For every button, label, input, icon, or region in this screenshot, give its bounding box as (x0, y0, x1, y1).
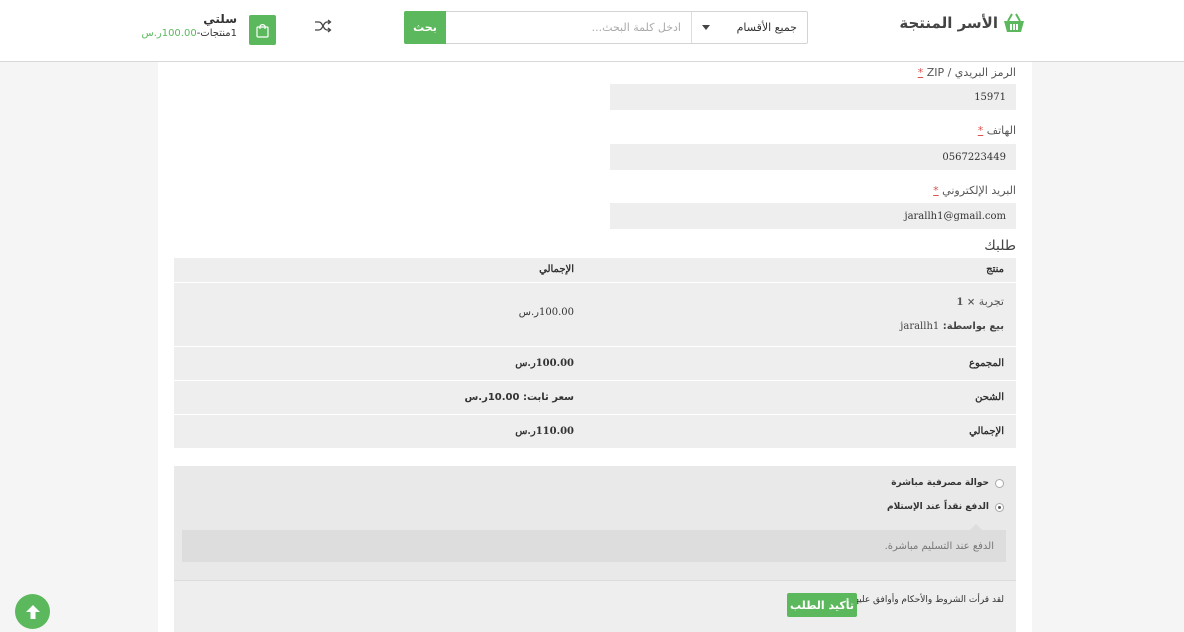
search-bar: جميع الأقسام بحث (404, 11, 808, 44)
zip-field[interactable]: 15971 (610, 84, 1016, 110)
cart-total: 100.00ر.س (141, 28, 197, 39)
payment-option-label: حوالة مصرفية مباشرة (891, 478, 989, 488)
place-order-button[interactable]: تأكيد الطلب (787, 593, 857, 617)
shuffle-icon[interactable] (314, 18, 332, 34)
radio-button[interactable] (995, 502, 1004, 512)
search-input[interactable] (446, 12, 691, 43)
payment-methods: حوالة مصرفية مباشرة الدفع نقداً عند الإس… (174, 466, 1016, 580)
shopping-bag-icon (256, 23, 269, 38)
cart-summary[interactable]: سلتي 1منتجات-100.00ر.س (141, 12, 237, 39)
logo-text: الأسر المنتجة (899, 14, 998, 32)
search-button[interactable]: بحث (404, 11, 446, 44)
sold-by: بيع بواسطة: jarallh1 (900, 321, 1004, 332)
phone-value: 0567223449 (942, 151, 1006, 163)
cart-title: سلتي (203, 12, 237, 26)
shipping-value: سعر ثابت: 10.00ر.س (464, 392, 574, 403)
payment-description: الدفع عند التسليم مباشرة. (182, 524, 1006, 562)
radio-button[interactable] (995, 478, 1004, 488)
shipping-row: الشحن سعر ثابت: 10.00ر.س (174, 381, 1016, 414)
zip-label: الرمز البريدي / ZIP * (918, 66, 1016, 79)
order-title: طلبك (984, 238, 1016, 254)
email-field[interactable]: jarallh1@gmail.com (610, 203, 1016, 229)
basket-icon (1004, 13, 1024, 32)
subtotal-label: المجموع (969, 358, 1004, 369)
order-item-row: تجربة × 1 بيع بواسطة: jarallh1 100.00ر.س (174, 283, 1016, 346)
place-order-bar: لقد قرأت الشروط والأحكام وأوافق عليها * … (174, 580, 1016, 632)
email-label: البريد الإلكتروني * (933, 184, 1016, 197)
payment-option-cod[interactable]: الدفع نقداً عند الإستلام (887, 502, 1004, 512)
phone-label: الهاتف * (978, 124, 1016, 137)
email-label-text: البريد الإلكتروني (942, 184, 1016, 197)
scroll-to-top-button[interactable] (15, 594, 50, 629)
site-header: الأسر المنتجة جميع الأقسام بحث سلتي 1منت… (0, 0, 1184, 62)
chevron-down-icon (702, 25, 710, 30)
total-column-header: الإجمالي (539, 264, 574, 275)
checkout-panel: الرمز البريدي / ZIP * 15971 الهاتف * 056… (158, 62, 1032, 632)
required-mark: * (933, 184, 939, 197)
subtotal-row: المجموع 100.00ر.س (174, 347, 1016, 380)
product-qty: × 1 (956, 297, 976, 308)
subtotal-value: 100.00ر.س (515, 358, 574, 369)
product-column-header: منتج (986, 264, 1004, 275)
cart-count-text: 1منتجات- (196, 28, 237, 39)
required-mark: * (977, 124, 984, 137)
payment-option-label: الدفع نقداً عند الإستلام (886, 502, 989, 512)
category-select-label: جميع الأقسام (736, 21, 797, 34)
item-price: 100.00ر.س (518, 307, 574, 318)
terms-text: لقد قرأت الشروط والأحكام وأوافق عليها (852, 595, 1004, 605)
phone-label-text: الهاتف (986, 124, 1016, 137)
grand-total-label: الإجمالي (969, 426, 1004, 437)
site-logo[interactable]: الأسر المنتجة (899, 10, 1026, 36)
grand-total-value: 110.00ر.س (515, 426, 574, 437)
zip-value: 15971 (974, 91, 1006, 103)
phone-field[interactable]: 0567223449 (610, 144, 1016, 170)
product-name-text: تجربة (978, 295, 1004, 308)
required-mark: * (917, 66, 924, 79)
category-select[interactable]: جميع الأقسام (691, 12, 807, 43)
cart-button[interactable] (249, 15, 276, 45)
order-table-header: منتج الإجمالي (174, 258, 1016, 282)
grand-total-row: الإجمالي 110.00ر.س (174, 415, 1016, 448)
payment-option-bank-transfer[interactable]: حوالة مصرفية مباشرة (891, 478, 1004, 488)
zip-label-text: الرمز البريدي / ZIP (926, 66, 1016, 79)
email-value: jarallh1@gmail.com (904, 210, 1006, 222)
cart-count: 1منتجات-100.00ر.س (141, 28, 237, 39)
sold-by-label: بيع بواسطة: (942, 321, 1004, 332)
product-name: تجربة × 1 (956, 295, 1004, 308)
arrow-up-icon (25, 604, 40, 619)
seller-name: jarallh1 (900, 321, 940, 332)
shipping-label: الشحن (975, 392, 1004, 403)
